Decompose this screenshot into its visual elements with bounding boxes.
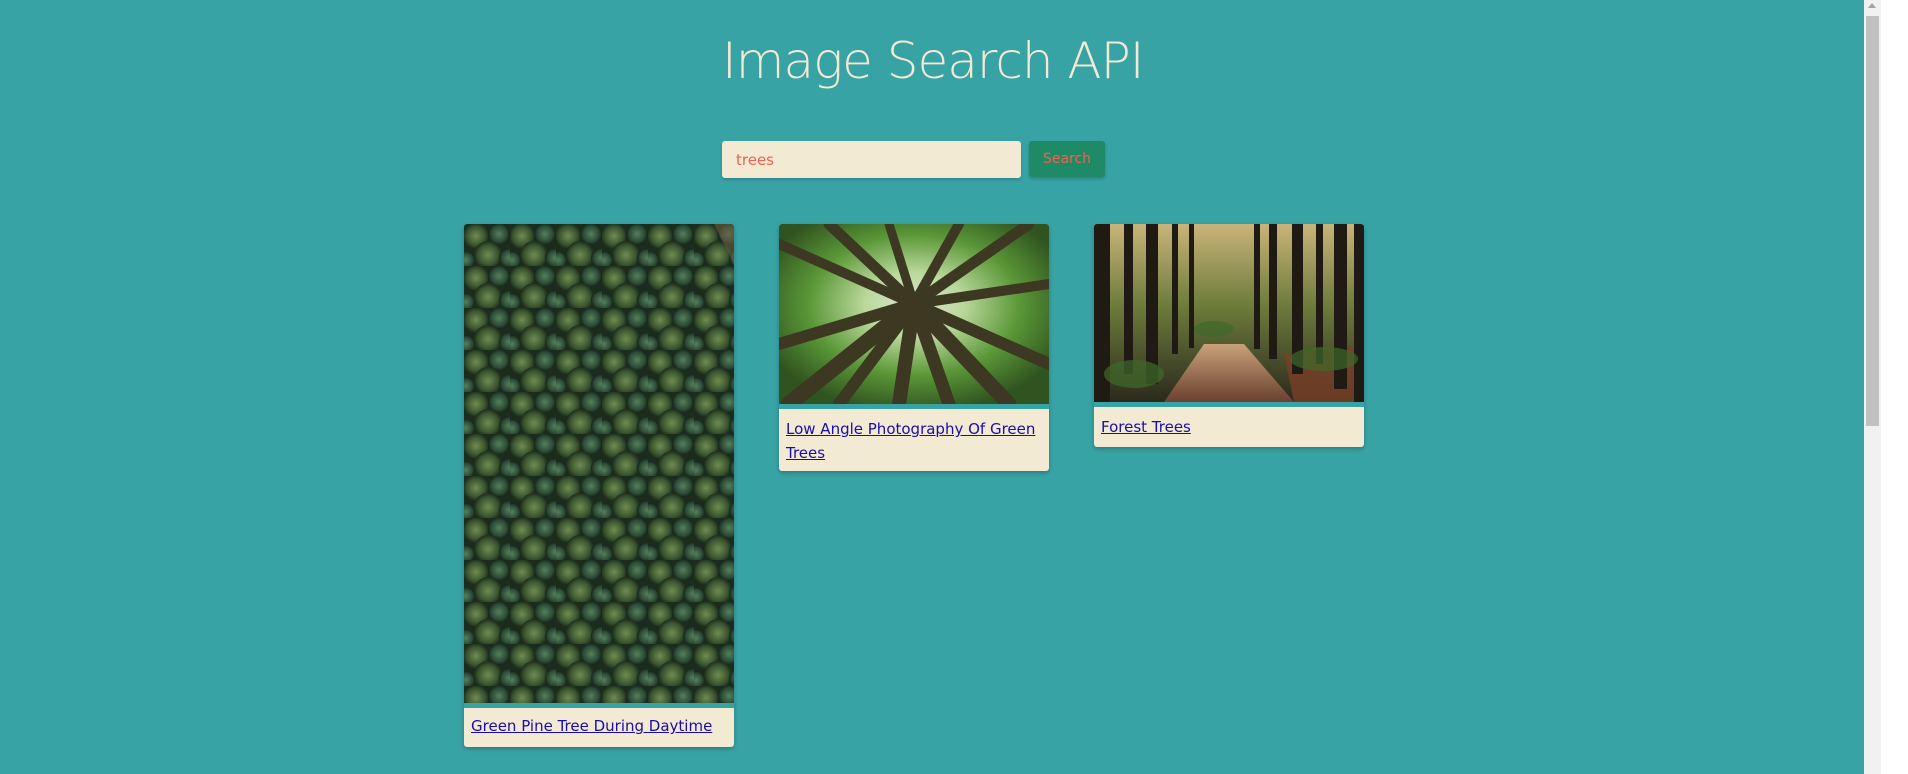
card-divider	[1094, 402, 1364, 407]
window-edge	[1881, 0, 1908, 774]
result-link[interactable]: Green Pine Tree During Daytime	[471, 714, 726, 738]
scrollbar-thumb[interactable]	[1866, 16, 1879, 426]
card-divider	[464, 703, 734, 708]
result-card: Forest Trees	[1094, 224, 1364, 447]
result-card: Green Pine Tree During Daytime	[464, 224, 734, 747]
card-divider	[779, 404, 1049, 409]
low-angle-trees-image[interactable]	[779, 224, 1049, 404]
result-link[interactable]: Forest Trees	[1101, 415, 1356, 439]
aerial-pine-forest-image[interactable]	[464, 224, 734, 703]
page-title: Image Search API	[722, 32, 1145, 90]
page: Image Search API Search	[0, 0, 1908, 774]
search-button[interactable]: Search	[1029, 141, 1105, 177]
result-link[interactable]: Low Angle Photography Of Green Trees	[786, 417, 1041, 465]
result-card: Low Angle Photography Of Green Trees	[779, 224, 1049, 471]
scroll-up-arrow-icon[interactable]	[1868, 3, 1876, 8]
forest-path-image[interactable]	[1094, 224, 1364, 402]
vertical-scrollbar[interactable]	[1864, 0, 1881, 774]
search-input[interactable]	[722, 141, 1021, 178]
